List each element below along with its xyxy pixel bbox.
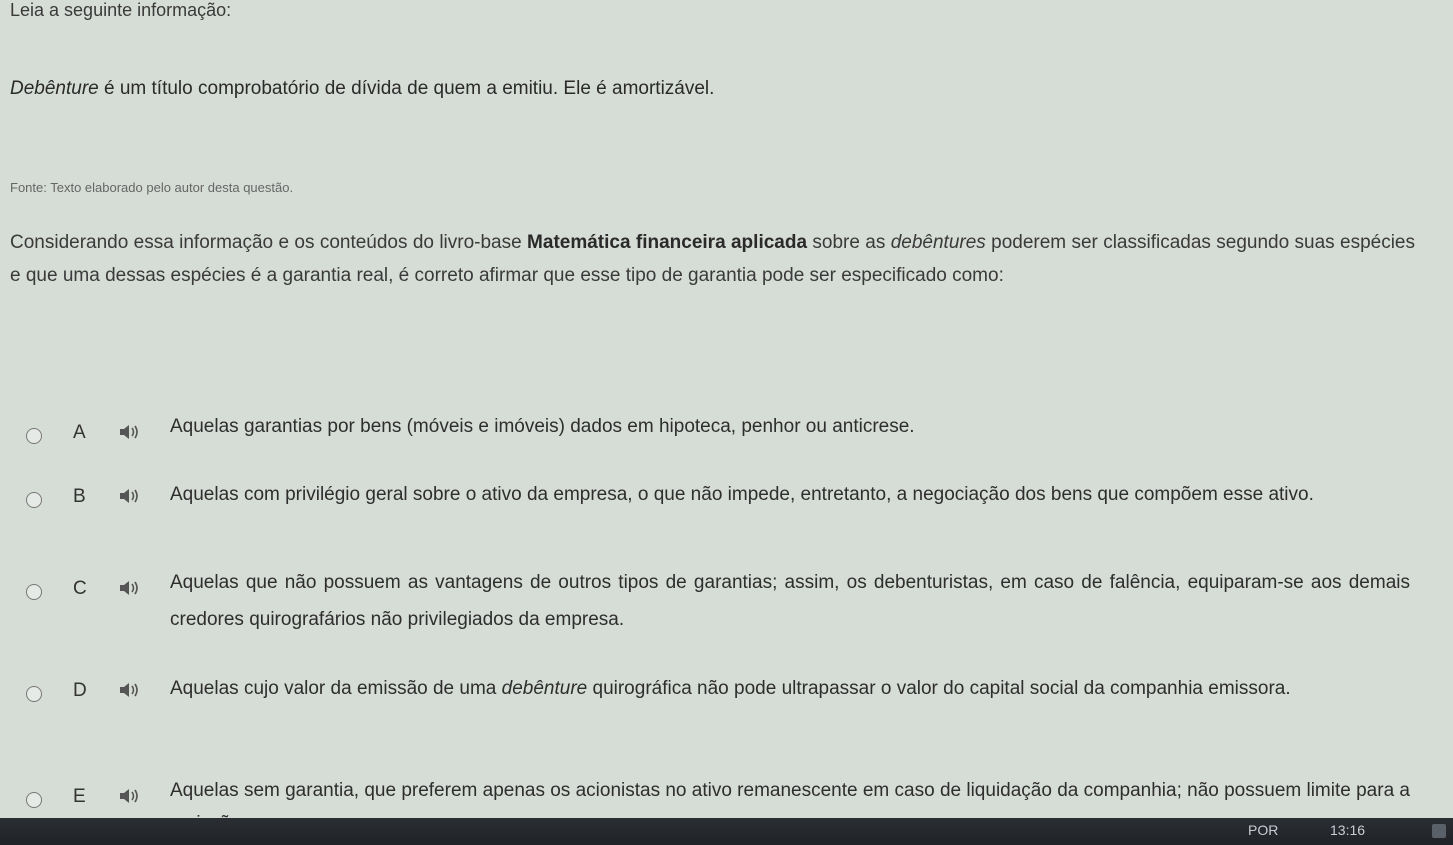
question-part1: Considerando essa informação e os conteú… xyxy=(10,232,528,253)
header-label: Leia a seguinte informação: xyxy=(10,0,232,20)
taskbar: POR 13:16 xyxy=(0,818,1453,845)
option-letter-d: D xyxy=(73,680,87,701)
speaker-icon[interactable] xyxy=(118,423,140,441)
source-text: Fonte: Texto elaborado pelo autor desta … xyxy=(10,180,294,195)
option-text-d-before: Aquelas cujo valor da emissão de uma xyxy=(170,678,502,699)
clock[interactable]: 13:16 xyxy=(1330,822,1365,838)
radio-button-e[interactable] xyxy=(26,792,42,808)
language-indicator[interactable]: POR xyxy=(1248,822,1278,838)
radio-button-b[interactable] xyxy=(26,492,42,508)
option-text-c: Aquelas que não possuem as vantagens de … xyxy=(170,572,1410,630)
option-text-d-italic: debênture xyxy=(501,678,588,699)
speaker-icon[interactable] xyxy=(118,681,140,699)
info-text: Debênture é um título comprobatório de d… xyxy=(10,78,714,100)
option-letter-a: A xyxy=(73,422,86,443)
radio-button-c[interactable] xyxy=(26,584,42,600)
radio-button-a[interactable] xyxy=(26,428,42,444)
info-italic-word: Debênture xyxy=(10,78,99,99)
question-book-title: Matemática financeira aplicada xyxy=(527,232,808,253)
option-letter-b: B xyxy=(73,486,86,507)
option-text-d: Aquelas cujo valor da emissão de uma deb… xyxy=(170,670,1410,707)
question-text: Considerando essa informação e os conteú… xyxy=(10,226,1415,292)
info-rest: é um título comprobatório de dívida de q… xyxy=(98,78,715,99)
question-italic: debêntures xyxy=(890,232,986,253)
speaker-icon[interactable] xyxy=(118,487,140,505)
notification-icon[interactable] xyxy=(1432,824,1446,838)
speaker-icon[interactable] xyxy=(118,579,140,597)
radio-button-d[interactable] xyxy=(26,686,42,702)
option-letter-c: C xyxy=(73,578,87,599)
option-text-b: Aquelas com privilégio geral sobre o ati… xyxy=(170,484,1314,505)
option-text-a: Aquelas garantias por bens (móveis e imó… xyxy=(170,416,915,437)
option-letter-e: E xyxy=(73,786,86,807)
question-part2: sobre as xyxy=(807,232,891,253)
speaker-icon[interactable] xyxy=(118,787,140,805)
option-text-d-after: quirográfica não pode ultrapassar o valo… xyxy=(587,678,1291,699)
